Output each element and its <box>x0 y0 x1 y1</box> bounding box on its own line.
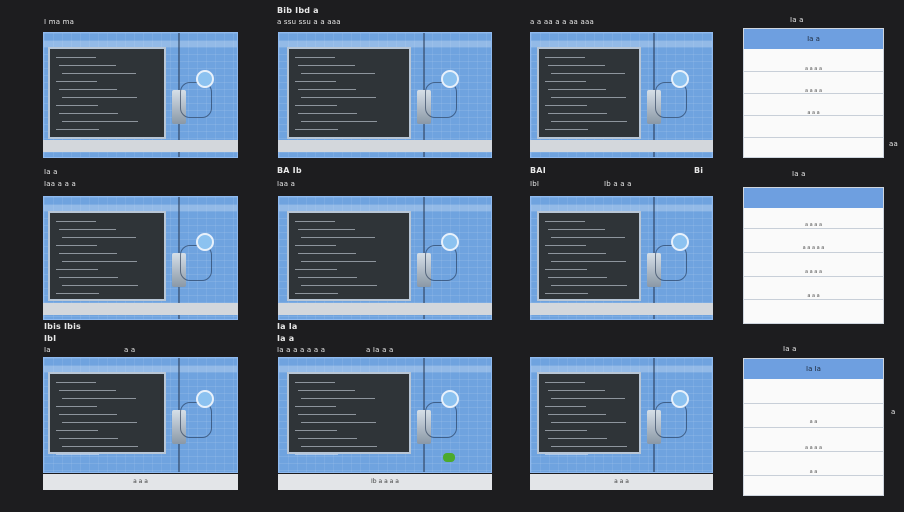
card3-row-1: a a <box>809 419 818 425</box>
label-r1c3: a a aa a a aa aaa <box>530 18 594 26</box>
card-3: Ia Ia a a a a a a a a <box>743 358 884 496</box>
label-r1c2: a ssu ssu a a aaa <box>277 18 341 26</box>
tile-caption-strip <box>278 303 492 315</box>
tile-caption-strip: Ib a a a a <box>278 474 492 490</box>
terminal-panel <box>287 47 411 139</box>
card1-header: Ia a <box>744 29 883 49</box>
screenshot-tile[interactable] <box>278 357 492 473</box>
gauge-icon <box>441 390 459 408</box>
label-r1c1: I ma ma <box>44 18 75 26</box>
label-r2c2-b: Iaa a <box>277 180 296 188</box>
card2-row-3: a a a a <box>804 269 823 275</box>
screenshot-tile[interactable] <box>43 196 238 320</box>
label-r3c2-b: Ia a <box>277 334 295 343</box>
card-2: a a a a a a a a a a a a a a a a <box>743 187 884 324</box>
card1-row-3: a a a <box>807 110 820 116</box>
card2-row-4: a a a <box>807 293 820 299</box>
card1-title: Ia a <box>790 16 804 24</box>
terminal-panel <box>48 372 166 455</box>
tile-caption-strip <box>278 140 492 152</box>
label-right-tiny-2: a <box>891 408 896 416</box>
card2-row-2: a a a a a <box>802 245 825 251</box>
terminal-panel <box>537 211 641 301</box>
label-r2c3-b: IbI <box>530 180 540 188</box>
card3-header: Ia Ia <box>744 359 883 379</box>
terminal-panel <box>537 47 641 139</box>
tile-caption-strip <box>530 140 713 152</box>
screenshot-tile[interactable] <box>278 196 492 320</box>
gauge-icon <box>671 390 689 408</box>
terminal-panel <box>287 211 411 301</box>
card-1: Ia a a a a a a a a a a a a <box>743 28 884 158</box>
card2-title: Ia a <box>792 170 806 178</box>
label-r3c1-b: IbI <box>44 334 57 343</box>
label-r3c1-a: Ibis Ibis <box>44 322 81 331</box>
card1-row-2: a a a a <box>804 88 823 94</box>
gauge-icon <box>671 70 689 88</box>
terminal-panel <box>48 211 166 301</box>
label-r2c3-d: Bi <box>694 166 704 175</box>
screenshot-tile[interactable] <box>530 357 713 473</box>
tile-caption-strip <box>43 303 238 315</box>
card1-row-1: a a a a <box>804 66 823 72</box>
card3-title: Ia a <box>783 345 797 353</box>
card3-row-3: a a <box>809 469 818 475</box>
tile-caption-strip: a a a <box>530 474 713 490</box>
gauge-icon <box>441 70 459 88</box>
label-r2c2-a: BA Ib <box>277 166 302 175</box>
tile-caption-strip <box>43 140 238 152</box>
label-r2c1-b: Iaa a a a <box>44 180 76 188</box>
terminal-panel <box>287 372 411 455</box>
label-r2c3-c: Ib a a a <box>604 180 632 188</box>
label-r3c2-top: a Ia a a <box>366 346 394 354</box>
label-r2c3-a: BAI <box>530 166 546 175</box>
green-indicator <box>443 453 455 462</box>
gauge-icon <box>196 70 214 88</box>
gauge-icon <box>196 233 214 251</box>
screenshot-tile[interactable] <box>530 196 713 320</box>
tile-caption-strip <box>530 303 713 315</box>
label-r2c1-a: Ia a <box>44 168 58 176</box>
tile-caption-strip: a a a <box>43 474 238 490</box>
screenshot-tile[interactable] <box>43 357 238 473</box>
card2-header <box>744 188 883 208</box>
terminal-panel <box>537 372 641 455</box>
label-r3c2-c: Ia a a a a a a <box>277 346 326 354</box>
card3-row-2: a a a a <box>804 445 823 451</box>
label-r1c2-top: Bib Ibd a <box>277 6 319 15</box>
label-right-tiny-1: aa <box>889 140 898 148</box>
gauge-icon <box>671 233 689 251</box>
label-r3c2-a: Ia Ia <box>277 322 298 331</box>
label-r3c1-c: Ia <box>44 346 51 354</box>
label-r3c1-d: a a <box>124 346 136 354</box>
gauge-icon <box>441 233 459 251</box>
gauge-icon <box>196 390 214 408</box>
card2-row-1: a a a a <box>804 222 823 228</box>
terminal-panel <box>48 47 166 139</box>
